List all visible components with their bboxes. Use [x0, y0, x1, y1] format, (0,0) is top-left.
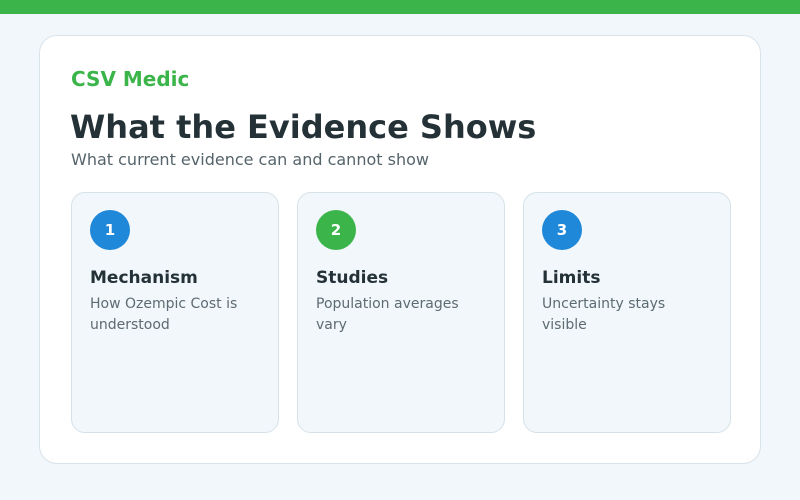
- step-number-badge: 2: [316, 210, 356, 250]
- step-number-badge: 3: [542, 210, 582, 250]
- page-subtitle: What current evidence can and cannot sho…: [71, 150, 429, 169]
- step-card-mechanism: 1 Mechanism How Ozempic Cost is understo…: [71, 192, 279, 433]
- step-card-studies: 2 Studies Population averages vary: [297, 192, 505, 433]
- evidence-card: CSV Medic What the Evidence Shows What c…: [39, 35, 761, 464]
- top-accent-bar: [0, 0, 800, 14]
- step-title: Mechanism: [90, 268, 198, 288]
- step-title: Limits: [542, 268, 601, 288]
- step-description: How Ozempic Cost is understood: [90, 296, 238, 333]
- step-description: Population averages vary: [316, 296, 459, 333]
- brand-name: CSV Medic: [71, 67, 190, 91]
- page-title: What the Evidence Shows: [70, 108, 537, 146]
- step-card-limits: 3 Limits Uncertainty stays visible: [523, 192, 731, 433]
- step-description: Uncertainty stays visible: [542, 296, 666, 333]
- step-title: Studies: [316, 268, 389, 288]
- step-number-badge: 1: [90, 210, 130, 250]
